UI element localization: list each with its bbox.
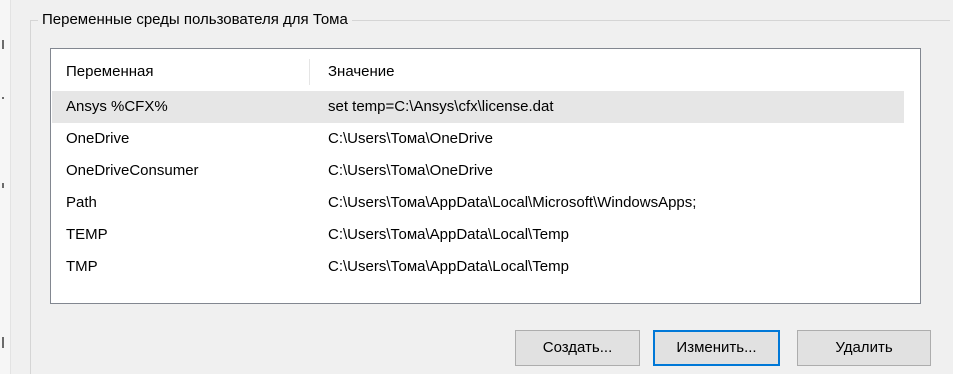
create-button[interactable]: Создать...: [515, 330, 640, 366]
edge-mark: [2, 337, 4, 348]
edge-mark: [2, 183, 4, 188]
user-variables-group-title: Переменные среды пользователя для Тома: [38, 10, 352, 30]
variable-value: C:\Users\Тома\OneDrive: [328, 162, 494, 179]
variable-name: Path: [66, 194, 97, 211]
table-row[interactable]: OneDriveConsumer C:\Users\Тома\OneDrive: [52, 155, 904, 187]
variable-name: TMP: [66, 258, 98, 275]
variable-name: OneDriveConsumer: [66, 162, 199, 179]
variable-value: C:\Users\Тома\AppData\Local\Microsoft\Wi…: [328, 194, 697, 211]
table-row[interactable]: Path C:\Users\Тома\AppData\Local\Microso…: [52, 187, 904, 219]
edge-mark: [2, 40, 4, 49]
variable-name: OneDrive: [66, 130, 130, 147]
edit-button[interactable]: Изменить...: [653, 330, 780, 366]
column-header-value[interactable]: Значение: [328, 49, 395, 91]
list-header: Переменная Значение: [51, 49, 920, 91]
variable-value: C:\Users\Тома\AppData\Local\Temp: [328, 226, 569, 243]
environment-variables-window: Переменные среды пользователя для Тома П…: [0, 0, 953, 374]
variable-value: set temp=C:\Ansys\cfx\license.dat: [328, 98, 554, 115]
variable-name: TEMP: [66, 226, 108, 243]
table-row[interactable]: TEMP C:\Users\Тома\AppData\Local\Temp: [52, 219, 904, 251]
table-row[interactable]: OneDrive C:\Users\Тома\OneDrive: [52, 123, 904, 155]
background-window-edge: [0, 0, 11, 374]
user-variables-list[interactable]: Переменная Значение Ansys %CFX% set temp…: [50, 48, 921, 304]
column-divider[interactable]: [309, 59, 310, 85]
variable-name: Ansys %CFX%: [66, 98, 168, 115]
delete-button[interactable]: Удалить: [797, 330, 931, 366]
variable-value: C:\Users\Тома\AppData\Local\Temp: [328, 258, 569, 275]
table-row[interactable]: Ansys %CFX% set temp=C:\Ansys\cfx\licens…: [52, 91, 904, 123]
edge-mark: [2, 97, 4, 99]
table-row[interactable]: TMP C:\Users\Тома\AppData\Local\Temp: [52, 251, 904, 283]
column-header-variable[interactable]: Переменная: [66, 49, 154, 91]
variable-value: C:\Users\Тома\OneDrive: [328, 130, 494, 147]
